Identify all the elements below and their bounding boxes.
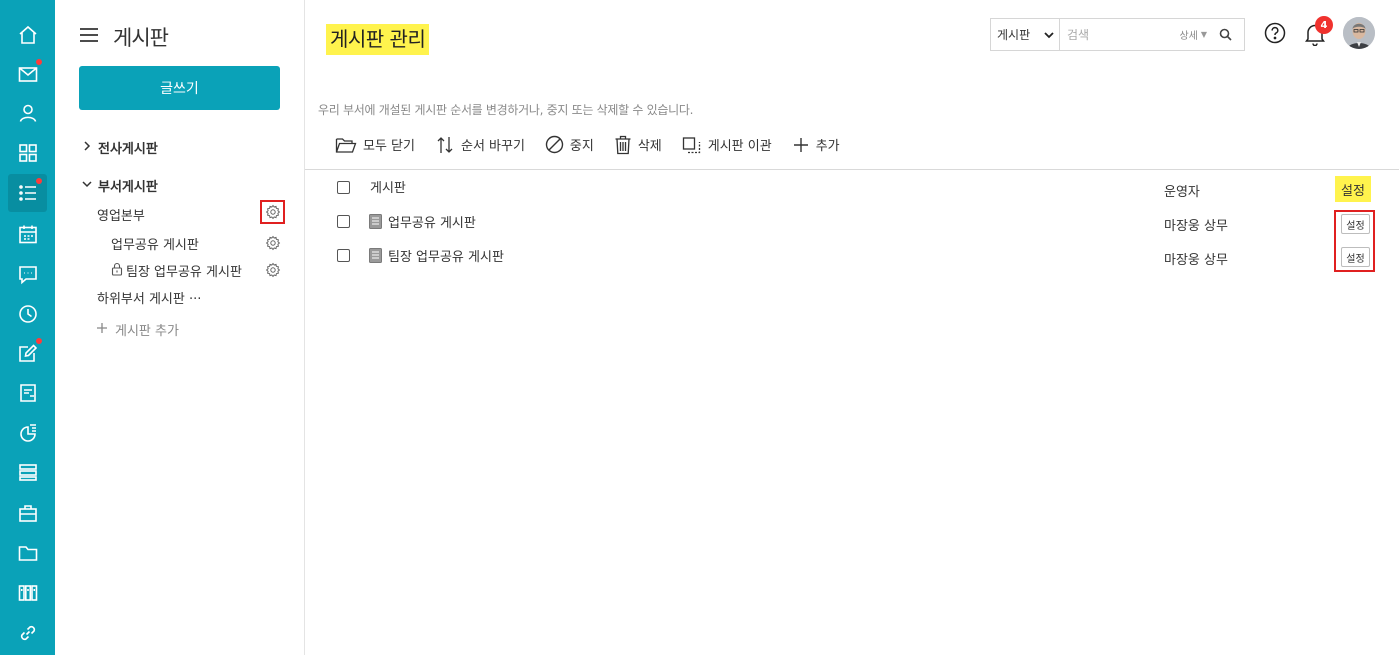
settings-button[interactable]: 설정 — [1341, 214, 1370, 234]
asset-icon[interactable] — [8, 494, 47, 532]
contacts-icon[interactable] — [8, 94, 47, 132]
operator-name: 마장웅 상무 — [1164, 219, 1228, 234]
calendar-icon[interactable] — [8, 215, 47, 253]
board-toolbar: 모두 닫기 순서 바꾸기 중지 삭제 게시판 이관 추가 — [335, 132, 860, 157]
gear-icon[interactable] — [265, 262, 281, 278]
board-icon[interactable] — [8, 174, 47, 212]
main-content: 게시판 관리 게시판 상세▼ 4 우리 부서에 개설된 게시판 순서를 변경하거… — [305, 0, 1399, 655]
row-checkbox[interactable] — [337, 215, 350, 228]
search-detail-label: 상세 — [1179, 31, 1198, 42]
hamburger-menu-icon[interactable] — [79, 27, 99, 47]
avatar[interactable] — [1343, 17, 1375, 49]
gear-icon[interactable] — [265, 204, 281, 220]
write-button[interactable]: 글쓰기 — [79, 66, 280, 110]
operator-name: 마장웅 상무 — [1164, 253, 1228, 268]
apps-icon[interactable] — [8, 134, 47, 172]
tree-company-board-label: 전사게시판 — [98, 142, 158, 157]
sort-arrows-icon — [437, 136, 453, 153]
col-header-settings: 설정 — [1335, 176, 1371, 202]
mail-notify-dot — [36, 59, 42, 65]
search-icon[interactable] — [1219, 28, 1232, 41]
help-icon[interactable] — [1264, 22, 1286, 48]
tree-dept-board-label: 부서게시판 — [98, 180, 158, 195]
add-board-link[interactable]: 게시판 추가 — [96, 320, 179, 339]
collapse-all-label: 모두 닫기 — [363, 139, 415, 154]
stop-button[interactable]: 중지 — [545, 135, 594, 154]
mail-icon[interactable] — [8, 55, 47, 93]
delete-label: 삭제 — [637, 139, 662, 154]
add-label: 추가 — [815, 139, 840, 154]
sidebar-title: 게시판 — [113, 26, 169, 50]
col-header-board: 게시판 — [370, 181, 406, 196]
chevron-right-icon — [82, 140, 92, 155]
row-checkbox[interactable] — [337, 249, 350, 262]
trash-icon — [615, 135, 631, 154]
notification-badge: 4 — [1315, 16, 1333, 34]
tree-sub-dept[interactable]: 하위부서 게시판 ··· — [97, 288, 201, 307]
transfer-label: 게시판 이관 — [707, 139, 772, 154]
page-description: 우리 부서에 개설된 게시판 순서를 변경하거나, 중지 또는 삭제할 수 있습… — [318, 103, 694, 117]
app-rail — [0, 0, 55, 655]
search-scope-select[interactable]: 게시판 — [991, 19, 1060, 50]
board-doc-icon — [369, 248, 382, 263]
approval-icon[interactable] — [8, 334, 47, 372]
messenger-icon[interactable] — [8, 255, 47, 293]
chevron-down-icon — [1044, 28, 1054, 42]
board-name: 팀장 업무공유 게시판 — [388, 250, 504, 265]
reorder-label: 순서 바꾸기 — [460, 139, 525, 154]
board-name: 업무공유 게시판 — [388, 216, 476, 231]
home-icon[interactable] — [8, 16, 47, 54]
chevron-down-icon — [82, 178, 92, 193]
search-scope-value: 게시판 — [997, 28, 1031, 42]
folder-open-icon — [335, 137, 357, 153]
search-box: 게시판 상세▼ — [990, 18, 1245, 51]
reorder-button[interactable]: 순서 바꾸기 — [435, 135, 525, 155]
gear-icon[interactable] — [265, 235, 281, 251]
settings-button[interactable]: 설정 — [1341, 247, 1370, 267]
board-doc-icon — [369, 214, 382, 229]
tree-dept-name[interactable]: 영업본부 — [97, 205, 145, 224]
board-sidebar: 게시판 글쓰기 전사게시판 부서게시판 영업본부 업무공유 게시판 팀장 업무공… — [55, 0, 305, 655]
tree-item-board-2-label: 팀장 업무공유 게시판 — [126, 265, 242, 280]
docs-icon[interactable] — [8, 453, 47, 491]
survey-icon[interactable] — [8, 414, 47, 452]
stop-label: 중지 — [569, 139, 594, 154]
lock-icon — [111, 262, 123, 280]
link-icon[interactable] — [8, 614, 47, 652]
clock-icon[interactable] — [8, 295, 47, 333]
board-notify-dot — [36, 178, 42, 184]
plus-icon — [96, 322, 108, 338]
select-all-checkbox[interactable] — [337, 181, 350, 194]
caret-down-icon: ▼ — [1200, 30, 1207, 39]
col-header-operator: 운영자 — [1164, 185, 1200, 200]
table-divider — [305, 169, 1399, 170]
report-icon[interactable] — [8, 374, 47, 412]
folder-icon[interactable] — [8, 534, 47, 572]
search-detail-toggle[interactable]: 상세 ▼ — [1179, 27, 1207, 42]
tree-company-board[interactable]: 전사게시판 — [82, 138, 158, 157]
plus-icon — [793, 137, 808, 152]
table-row-board[interactable]: 업무공유 게시판 — [369, 212, 476, 231]
add-button[interactable]: 추가 — [792, 135, 840, 154]
transfer-button[interactable]: 게시판 이관 — [682, 135, 772, 154]
delete-button[interactable]: 삭제 — [614, 135, 662, 155]
tree-item-board-1[interactable]: 업무공유 게시판 — [111, 234, 199, 253]
collapse-all-button[interactable]: 모두 닫기 — [335, 135, 415, 154]
page-title: 게시판 관리 — [326, 24, 430, 55]
search-input[interactable] — [1060, 19, 1180, 50]
tree-dept-board[interactable]: 부서게시판 — [82, 176, 158, 195]
library-icon[interactable] — [8, 574, 47, 612]
add-board-label: 게시판 추가 — [115, 324, 179, 339]
transfer-icon — [682, 136, 700, 153]
ban-icon — [545, 135, 564, 154]
table-row-board[interactable]: 팀장 업무공유 게시판 — [369, 246, 504, 265]
approval-notify-dot — [36, 338, 42, 344]
tree-item-board-2[interactable]: 팀장 업무공유 게시판 — [111, 261, 242, 280]
